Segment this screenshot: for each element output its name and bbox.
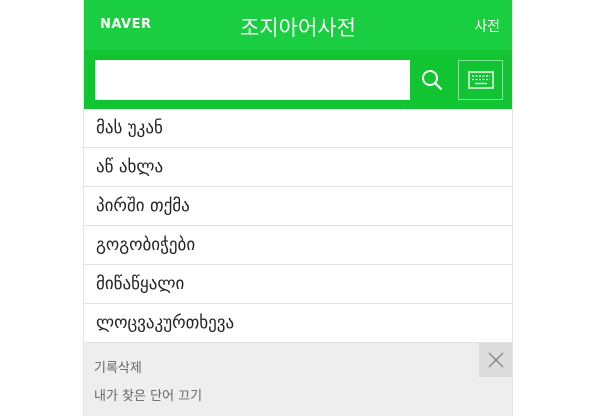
recent-words-list: მას უკან აწ ახლა პირში თქმა გოგობიჭები მ… — [84, 109, 512, 343]
list-item[interactable]: გოგობიჭები — [84, 226, 512, 265]
dictionary-home-link[interactable]: 사전 — [474, 16, 500, 36]
list-item[interactable]: მიწაწყალი — [84, 265, 512, 304]
keyboard-button[interactable] — [458, 60, 503, 100]
close-history-button[interactable] — [479, 343, 512, 377]
keyboard-icon — [468, 71, 494, 89]
list-item[interactable]: აწ ახლა — [84, 148, 512, 187]
search-input[interactable] — [95, 60, 410, 100]
list-item[interactable]: ლოცვაკურთხევა — [84, 304, 512, 343]
page-title: 조지아어사전 — [240, 16, 356, 40]
header: NAVER 조지아어사전 사전 — [84, 0, 512, 50]
list-item[interactable]: პირში თქმა — [84, 187, 512, 226]
history-panel: 기록삭제 내가 찾은 단어 끄기 — [84, 343, 512, 416]
search-button[interactable] — [410, 60, 453, 100]
dictionary-app: NAVER 조지아어사전 사전 მას უკან აწ ახლა პირში თ… — [83, 0, 513, 416]
close-icon — [488, 352, 504, 368]
list-item[interactable]: მას უკან — [84, 109, 512, 148]
search-bar — [84, 50, 512, 109]
disable-history-link[interactable]: 내가 찾은 단어 끄기 — [94, 385, 202, 404]
search-icon — [422, 70, 443, 91]
delete-history-button[interactable]: 기록삭제 — [94, 357, 142, 376]
